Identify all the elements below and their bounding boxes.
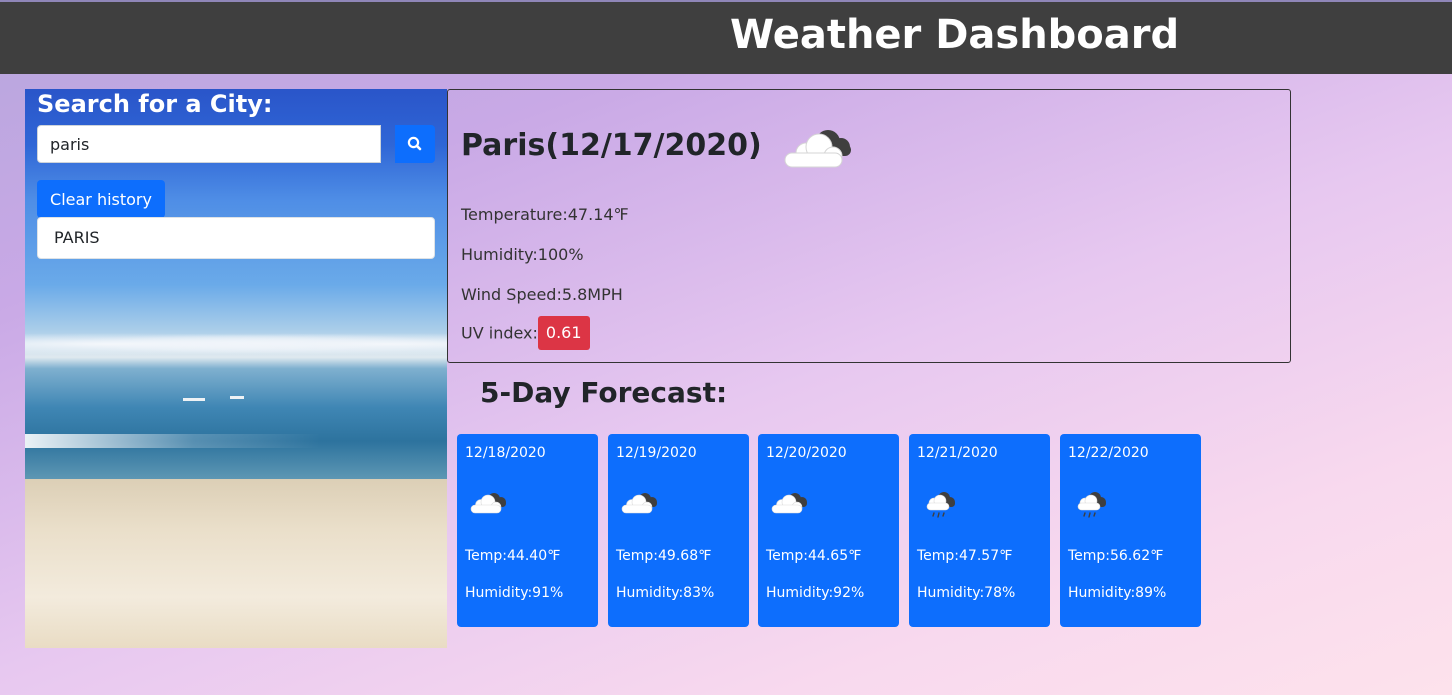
forecast-card: 12/22/2020 Temp:56.62℉ Humidity:89% (1060, 434, 1201, 627)
cloudy-icon (621, 493, 657, 514)
temperature-value: 47.14℉ (567, 205, 629, 224)
rain-cloud-icon (1077, 492, 1106, 518)
forecast-card: 12/20/2020 Temp:44.65℉ Humidity:92% (758, 434, 899, 627)
forecast-card: 12/19/2020 Temp:49.68℉ Humidity:83% (608, 434, 749, 627)
forecast-humidity: Humidity:91% (465, 585, 564, 601)
background-clouds (25, 331, 447, 357)
forecast-humidity: Humidity:89% (1068, 585, 1167, 601)
forecast-date: 12/18/2020 (465, 445, 546, 461)
cloudy-icon (470, 493, 506, 514)
forecast-temp: Temp:56.62℉ (1068, 548, 1164, 564)
humidity-stat: Humidity:100% (461, 245, 584, 264)
uv-index-badge: 0.61 (537, 316, 590, 350)
forecast-card: 12/21/2020 Temp:47.57℉ Humidity:78% (909, 434, 1050, 627)
wind-value: 5.8MPH (561, 285, 623, 304)
cloudy-icon (784, 130, 851, 168)
app-header: Weather Dashboard (0, 2, 1452, 74)
forecast-humidity: Humidity:78% (917, 585, 1016, 601)
background-boat (230, 396, 244, 399)
forecast-temp: Temp:47.57℉ (917, 548, 1013, 564)
forecast-humidity: Humidity:92% (766, 585, 865, 601)
forecast-date: 12/22/2020 (1068, 445, 1149, 461)
uv-stat: UV index: 0.61 (461, 316, 590, 350)
background-surf (25, 434, 447, 448)
clear-history-button[interactable]: Clear history (37, 180, 165, 218)
search-icon (407, 136, 422, 151)
humidity-value: 100% (537, 245, 584, 264)
forecast-date: 12/20/2020 (766, 445, 847, 461)
forecast-humidity: Humidity:83% (616, 585, 715, 601)
search-title: Search for a City: (37, 90, 273, 118)
search-sidebar: Search for a City: Clear history PARIS (25, 89, 447, 648)
rain-cloud-icon (926, 492, 955, 518)
wind-stat: Wind Speed:5.8MPH (461, 285, 623, 304)
cloudy-icon (771, 493, 807, 514)
forecast-date: 12/19/2020 (616, 445, 697, 461)
forecast-title: 5-Day Forecast: (480, 376, 728, 409)
background-sand (25, 479, 447, 648)
forecast-temp: Temp:44.65℉ (766, 548, 862, 564)
forecast-temp: Temp:49.68℉ (616, 548, 712, 564)
history-item-paris[interactable]: PARIS (37, 217, 435, 259)
forecast-temp: Temp:44.40℉ (465, 548, 561, 564)
search-button[interactable] (395, 125, 435, 163)
page-title: Weather Dashboard (730, 12, 1180, 58)
current-city-title: Paris(12/17/2020) (461, 128, 762, 163)
city-search-input[interactable] (37, 125, 381, 163)
forecast-date: 12/21/2020 (917, 445, 998, 461)
forecast-card: 12/18/2020 Temp:44.40℉ Humidity:91% (457, 434, 598, 627)
current-weather-card: Paris(12/17/2020) Temperature:47.14℉ Hum… (447, 89, 1291, 363)
background-boat (183, 398, 205, 401)
temperature-stat: Temperature:47.14℉ (461, 205, 629, 224)
